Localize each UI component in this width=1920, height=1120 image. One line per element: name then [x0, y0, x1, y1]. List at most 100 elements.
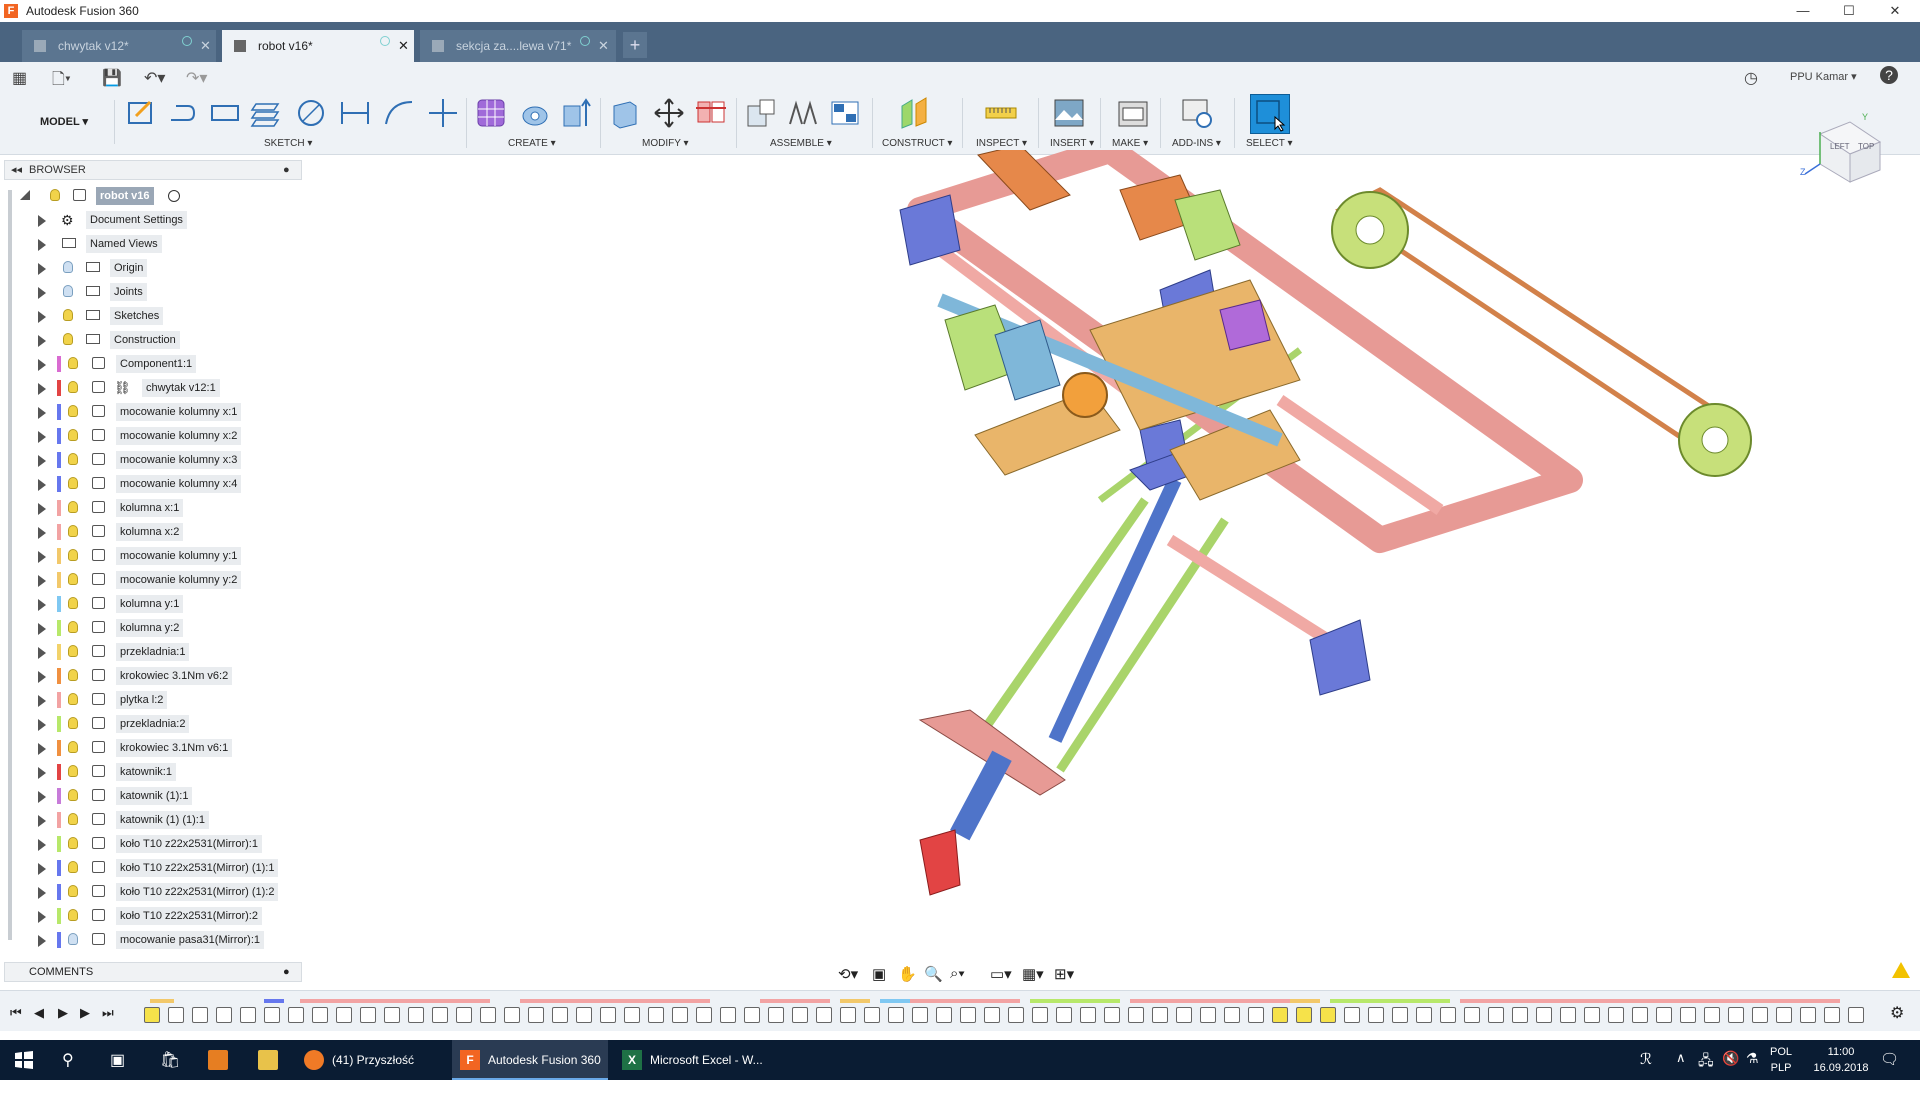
modify-group-menu[interactable]: MODIFY ▾: [642, 138, 689, 149]
undo-icon[interactable]: ↶▾: [144, 68, 165, 88]
tree-item[interactable]: koło T10 z22x2531(Mirror):1: [0, 832, 300, 856]
tree-item[interactable]: ⛓ chwytak v12:1: [0, 376, 300, 400]
construct-group-menu[interactable]: CONSTRUCT ▾: [882, 138, 952, 149]
timeline-feature-icon[interactable]: [456, 1007, 472, 1023]
timeline-feature-icon[interactable]: [624, 1007, 640, 1023]
expand-arrow-icon[interactable]: [38, 503, 46, 515]
timeline-feature-icon[interactable]: [576, 1007, 592, 1023]
timeline-feature-icon[interactable]: [696, 1007, 712, 1023]
measure-icon[interactable]: [984, 96, 1018, 130]
help-icon[interactable]: ?: [1880, 66, 1898, 84]
timeline-feature-icon[interactable]: [864, 1007, 880, 1023]
visibility-bulb-icon[interactable]: [68, 549, 78, 561]
timeline-feature-icon[interactable]: [792, 1007, 808, 1023]
tree-item[interactable]: Joints: [0, 280, 300, 304]
tab-robot[interactable]: robot v16* ✕: [222, 30, 414, 62]
expand-arrow-icon[interactable]: [38, 311, 46, 323]
expand-arrow-icon[interactable]: [38, 239, 46, 251]
visibility-bulb-icon[interactable]: [68, 525, 78, 537]
stacked-planes-icon[interactable]: [250, 96, 284, 130]
timeline-feature-icon[interactable]: [1656, 1007, 1672, 1023]
create-sketch-icon[interactable]: [124, 96, 158, 130]
timeline-feature-icon[interactable]: [600, 1007, 616, 1023]
timeline-feature-icon[interactable]: [240, 1007, 256, 1023]
timeline-feature-icon[interactable]: [1128, 1007, 1144, 1023]
visibility-bulb-icon[interactable]: [63, 309, 73, 321]
timeline-feature-icon[interactable]: [1440, 1007, 1456, 1023]
insert-canvas-icon[interactable]: [1052, 96, 1086, 130]
3d-print-icon[interactable]: [1116, 96, 1150, 130]
expand-arrow-icon[interactable]: [38, 287, 46, 299]
expand-arrow-icon[interactable]: [38, 359, 46, 371]
tree-item[interactable]: mocowanie kolumny x:2: [0, 424, 300, 448]
tree-item[interactable]: przekladnia:2: [0, 712, 300, 736]
timeline-feature-icon[interactable]: [912, 1007, 928, 1023]
save-icon[interactable]: 💾: [102, 68, 122, 88]
viewcube[interactable]: TOP LEFT Y Z: [1800, 112, 1890, 192]
select-group-menu[interactable]: SELECT ▾: [1246, 138, 1293, 149]
extrude-icon[interactable]: [560, 96, 594, 130]
visibility-bulb-icon[interactable]: [68, 573, 78, 585]
tree-item[interactable]: mocowanie kolumny y:2: [0, 568, 300, 592]
rectangle-icon[interactable]: [208, 96, 242, 130]
tree-root[interactable]: robot v16: [0, 184, 300, 208]
workspace-switcher[interactable]: MODEL ▾: [14, 100, 115, 144]
press-pull-icon[interactable]: [608, 96, 642, 130]
collapse-arrow-icon[interactable]: [20, 190, 30, 200]
search-icon[interactable]: ⚲: [62, 1050, 82, 1070]
taskbar-firefox[interactable]: (41) Przyszłość kier...: [296, 1040, 446, 1107]
tree-item[interactable]: Named Views: [0, 232, 300, 256]
timeline-feature-icon[interactable]: [1248, 1007, 1264, 1023]
maximize-button[interactable]: ☐: [1826, 0, 1872, 22]
timeline-feature-icon[interactable]: [1608, 1007, 1624, 1023]
timeline-feature-icon[interactable]: [1056, 1007, 1072, 1023]
viewcube-left-label[interactable]: LEFT: [1830, 142, 1850, 151]
timeline-feature-icon[interactable]: [984, 1007, 1000, 1023]
timeline-feature-icon[interactable]: [816, 1007, 832, 1023]
tree-item[interactable]: koło T10 z22x2531(Mirror):2: [0, 904, 300, 928]
expand-arrow-icon[interactable]: [38, 263, 46, 275]
zoom-icon[interactable]: 🔍: [924, 965, 943, 983]
tree-item[interactable]: katownik (1) (1):1: [0, 808, 300, 832]
tree-item[interactable]: kolumna x:1: [0, 496, 300, 520]
timeline-feature-icon[interactable]: [144, 1007, 160, 1023]
timeline-feature-icon[interactable]: [840, 1007, 856, 1023]
visibility-bulb-icon[interactable]: [63, 261, 73, 273]
viewcube-icon[interactable]: [1800, 112, 1890, 192]
sketch-point-icon[interactable]: [426, 96, 460, 130]
pan-hand-icon[interactable]: ✋: [898, 965, 917, 983]
tree-item[interactable]: ⚙ Document Settings: [0, 208, 300, 232]
tree-item[interactable]: katownik:1: [0, 760, 300, 784]
timeline-feature-icon[interactable]: [1272, 1007, 1288, 1023]
visibility-bulb-icon[interactable]: [68, 813, 78, 825]
tab-sekcja[interactable]: sekcja za....lewa v71* ✕: [420, 30, 616, 62]
timeline-feature-icon[interactable]: [1152, 1007, 1168, 1023]
split-body-icon[interactable]: [694, 96, 728, 130]
expand-arrow-icon[interactable]: [38, 911, 46, 923]
expand-arrow-icon[interactable]: [38, 383, 46, 395]
expand-arrow-icon[interactable]: [38, 551, 46, 563]
comments-panel-header[interactable]: COMMENTS ●: [4, 962, 302, 982]
timeline-feature-icon[interactable]: [1584, 1007, 1600, 1023]
scripts-addins-icon[interactable]: [1180, 96, 1214, 130]
timeline-feature-icon[interactable]: [1488, 1007, 1504, 1023]
timeline-feature-icon[interactable]: [1296, 1007, 1312, 1023]
visibility-bulb-icon[interactable]: [68, 717, 78, 729]
expand-arrow-icon[interactable]: [38, 695, 46, 707]
new-component-icon[interactable]: [744, 96, 778, 130]
tree-item[interactable]: koło T10 z22x2531(Mirror) (1):1: [0, 856, 300, 880]
visibility-bulb-icon[interactable]: [50, 189, 60, 201]
timeline-feature-icon[interactable]: [432, 1007, 448, 1023]
visibility-bulb-icon[interactable]: [68, 621, 78, 633]
visibility-bulb-icon[interactable]: [63, 285, 73, 297]
timeline-feature-icon[interactable]: [936, 1007, 952, 1023]
timeline-feature-icon[interactable]: [480, 1007, 496, 1023]
timeline-feature-icon[interactable]: [1080, 1007, 1096, 1023]
timeline-feature-icon[interactable]: [1728, 1007, 1744, 1023]
visibility-bulb-icon[interactable]: [68, 861, 78, 873]
revolve-icon[interactable]: [518, 96, 552, 130]
notifications-icon[interactable]: 🗨: [1880, 1050, 1899, 1068]
visibility-bulb-icon[interactable]: [63, 333, 73, 345]
timeline-feature-icon[interactable]: [1344, 1007, 1360, 1023]
timeline-feature-icon[interactable]: [1824, 1007, 1840, 1023]
